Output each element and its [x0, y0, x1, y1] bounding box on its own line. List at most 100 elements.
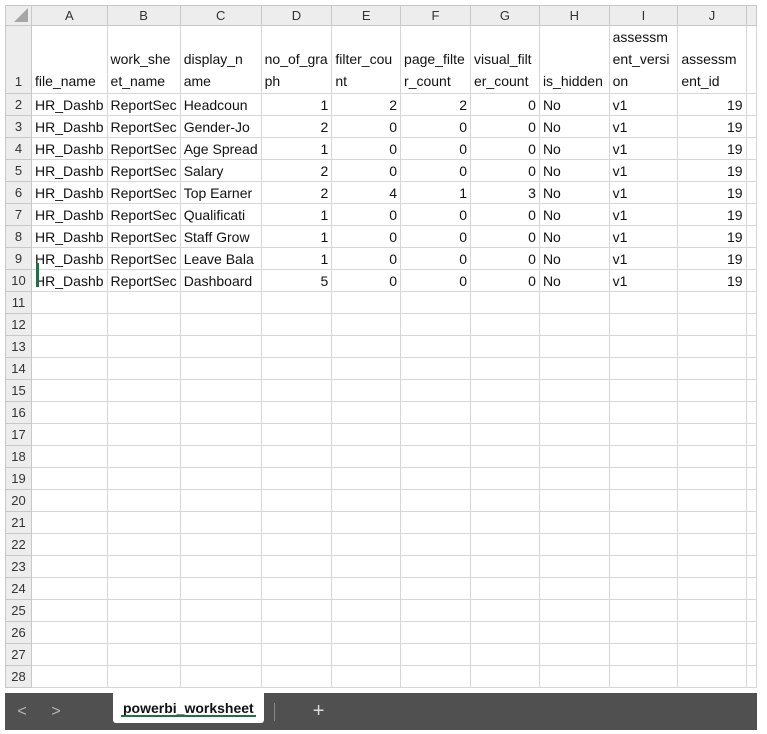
cell-e26[interactable] — [331, 621, 402, 644]
cell-j22[interactable] — [677, 533, 747, 556]
chevron-left-icon[interactable]: < — [5, 703, 39, 721]
cell-g22[interactable] — [469, 533, 540, 556]
cell-b24[interactable] — [106, 577, 181, 600]
cell-h11[interactable] — [538, 291, 610, 314]
cell-e28[interactable] — [331, 665, 402, 688]
column-header-j[interactable]: J — [677, 5, 747, 26]
cell-c3[interactable]: Gender-Jo — [179, 115, 262, 138]
row-header[interactable]: 27 — [5, 643, 33, 666]
cell-g19[interactable] — [469, 467, 540, 490]
cell-e10[interactable]: 0 — [331, 269, 402, 292]
cell-d6[interactable]: 2 — [260, 181, 333, 204]
cell-i5[interactable]: v1 — [608, 159, 679, 182]
cell-h25[interactable] — [538, 599, 610, 622]
cell-j21[interactable] — [677, 511, 747, 534]
cell-f16[interactable] — [400, 401, 471, 424]
cell-a19[interactable] — [31, 467, 108, 490]
cell-d13[interactable] — [260, 335, 333, 358]
cell-i4[interactable]: v1 — [608, 137, 679, 160]
cell-a17[interactable] — [31, 423, 108, 446]
cell-d21[interactable] — [260, 511, 333, 534]
cell-b21[interactable] — [106, 511, 181, 534]
cell-i22[interactable] — [608, 533, 679, 556]
cell-e27[interactable] — [331, 643, 402, 666]
cell-b10[interactable]: ReportSec — [106, 269, 181, 292]
cell-h15[interactable] — [538, 379, 610, 402]
row-header[interactable]: 21 — [5, 511, 33, 534]
cell-a14[interactable] — [31, 357, 108, 380]
row-header[interactable]: 22 — [5, 533, 33, 556]
cell-c6[interactable]: Top Earner — [179, 181, 262, 204]
cell-c4[interactable]: Age Spread — [179, 137, 262, 160]
cell-b11[interactable] — [106, 291, 181, 314]
cell-j27[interactable] — [677, 643, 747, 666]
cell-e8[interactable]: 0 — [331, 225, 402, 248]
cell-a23[interactable] — [31, 555, 108, 578]
cell-b13[interactable] — [106, 335, 181, 358]
cell-i8[interactable]: v1 — [608, 225, 679, 248]
cell-c8[interactable]: Staff Grow — [179, 225, 262, 248]
cell-g26[interactable] — [469, 621, 540, 644]
cell-j10[interactable]: 19 — [677, 269, 747, 292]
cell-f14[interactable] — [400, 357, 471, 380]
cell-c7[interactable]: Qualificati — [179, 203, 262, 226]
cell-g20[interactable] — [469, 489, 540, 512]
cell-e17[interactable] — [331, 423, 402, 446]
cell-b25[interactable] — [106, 599, 181, 622]
cell-a16[interactable] — [31, 401, 108, 424]
cell-g14[interactable] — [469, 357, 540, 380]
cell-g9[interactable]: 0 — [469, 247, 540, 270]
cell-h21[interactable] — [538, 511, 610, 534]
cell-a2[interactable]: HR_Dashb — [31, 93, 108, 116]
cell-h26[interactable] — [538, 621, 610, 644]
plus-icon[interactable]: + — [313, 700, 325, 723]
cell-b20[interactable] — [106, 489, 181, 512]
cell-d25[interactable] — [260, 599, 333, 622]
header-cell-i[interactable]: assessm ent_versi on — [608, 25, 679, 94]
cell-a20[interactable] — [31, 489, 108, 512]
cell-c17[interactable] — [179, 423, 262, 446]
cell-d22[interactable] — [260, 533, 333, 556]
row-header[interactable]: 2 — [5, 93, 33, 116]
cell-g4[interactable]: 0 — [469, 137, 540, 160]
cell-e22[interactable] — [331, 533, 402, 556]
cell-j28[interactable] — [677, 665, 747, 688]
cell-a25[interactable] — [31, 599, 108, 622]
cell-j26[interactable] — [677, 621, 747, 644]
cell-d17[interactable] — [260, 423, 333, 446]
cell-h28[interactable] — [538, 665, 610, 688]
cell-e25[interactable] — [331, 599, 402, 622]
header-cell-b[interactable]: work_she et_name — [106, 25, 181, 94]
cell-f20[interactable] — [400, 489, 471, 512]
cell-i26[interactable] — [608, 621, 679, 644]
cell-i19[interactable] — [608, 467, 679, 490]
cell-i3[interactable]: v1 — [608, 115, 679, 138]
cell-e9[interactable]: 0 — [331, 247, 402, 270]
cell-a26[interactable] — [31, 621, 108, 644]
cell-d24[interactable] — [260, 577, 333, 600]
cell-j24[interactable] — [677, 577, 747, 600]
cell-g15[interactable] — [469, 379, 540, 402]
header-cell-g[interactable]: visual_filt er_count — [469, 25, 540, 94]
cell-j7[interactable]: 19 — [677, 203, 747, 226]
cell-i2[interactable]: v1 — [608, 93, 679, 116]
cell-j18[interactable] — [677, 445, 747, 468]
cell-j6[interactable]: 19 — [677, 181, 747, 204]
cell-e24[interactable] — [331, 577, 402, 600]
cell-a6[interactable]: HR_Dashb — [31, 181, 108, 204]
cell-f26[interactable] — [400, 621, 471, 644]
cell-b26[interactable] — [106, 621, 181, 644]
cell-a18[interactable] — [31, 445, 108, 468]
cell-i7[interactable]: v1 — [608, 203, 679, 226]
row-header[interactable]: 13 — [5, 335, 33, 358]
cell-b17[interactable] — [106, 423, 181, 446]
cell-a24[interactable] — [31, 577, 108, 600]
cell-g7[interactable]: 0 — [469, 203, 540, 226]
cell-h8[interactable]: No — [538, 225, 610, 248]
cell-f5[interactable]: 0 — [400, 159, 471, 182]
cell-e14[interactable] — [331, 357, 402, 380]
cell-h4[interactable]: No — [538, 137, 610, 160]
row-header[interactable]: 3 — [5, 115, 33, 138]
cell-d28[interactable] — [260, 665, 333, 688]
row-header[interactable]: 10 — [5, 269, 33, 292]
